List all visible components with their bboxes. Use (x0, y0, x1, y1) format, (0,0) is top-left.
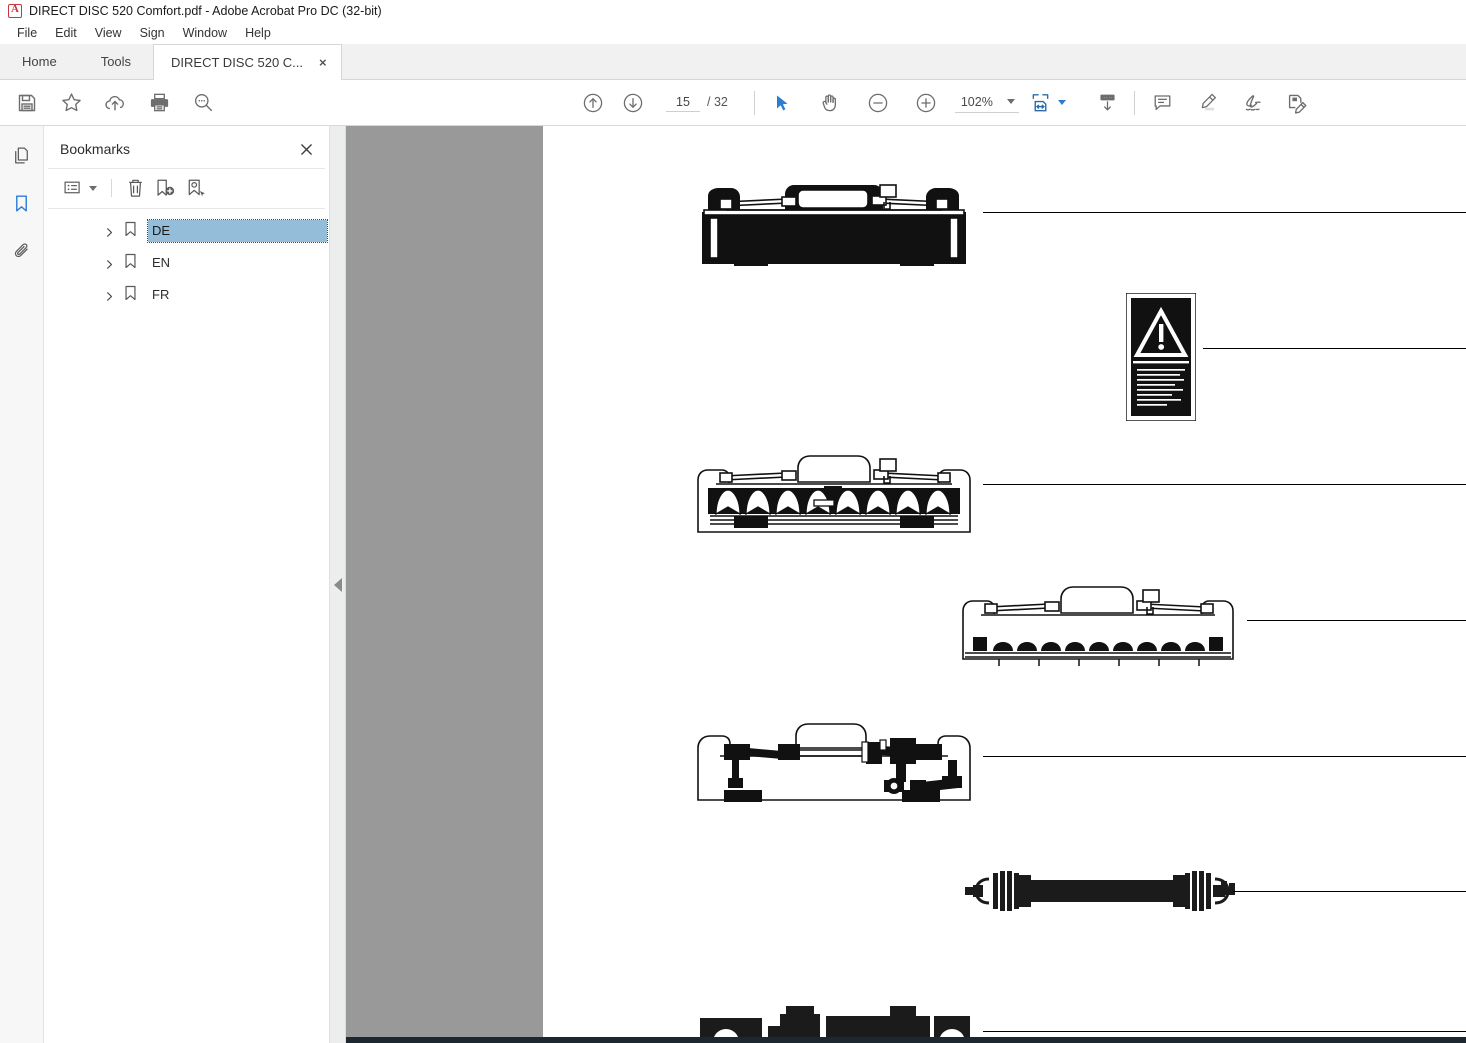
bookmark-item-de[interactable]: DE (46, 219, 328, 243)
menu-edit[interactable]: Edit (46, 24, 86, 42)
bookmark-item-en[interactable]: EN (46, 251, 327, 275)
set-destination-icon[interactable] (186, 176, 207, 200)
bookmark-item-fr[interactable]: FR (46, 283, 327, 307)
page-number-input[interactable] (666, 93, 700, 112)
document-viewport[interactable]: 101 – 112 (346, 126, 1466, 1043)
menu-help[interactable]: Help (236, 24, 280, 42)
tab-document[interactable]: DIRECT DISC 520 C... × (153, 44, 342, 80)
tab-strip-filler (341, 44, 1466, 79)
toolbar-separator-2 (1134, 90, 1135, 115)
tab-home[interactable]: Home (0, 44, 79, 79)
illustration-cutter-bar-skids (959, 581, 1237, 666)
illustration-cutter-bar-with-discs (694, 446, 974, 536)
toolbar-navigation-group: / 32 (578, 88, 1019, 118)
bookmark-flag-icon (124, 221, 137, 242)
zoom-level-value: 102% (960, 94, 993, 109)
bookmark-label: FR (152, 287, 170, 302)
illustration-gearbox-assembly (694, 996, 974, 1043)
sign-icon[interactable] (1237, 88, 1267, 118)
page-thumbnails-icon[interactable] (7, 140, 37, 170)
fit-width-chevron-down-icon[interactable] (1058, 100, 1066, 105)
bookmarks-toolbar-separator (111, 179, 112, 197)
leader-line-120-122 (1203, 348, 1466, 349)
tab-document-label: DIRECT DISC 520 C... (171, 55, 304, 70)
delete-bookmark-icon[interactable] (126, 176, 145, 200)
chevron-right-icon[interactable] (104, 257, 116, 269)
menu-window[interactable]: Window (174, 24, 236, 42)
leader-line-181-184 (1233, 891, 1466, 892)
page-total-label: / 32 (707, 95, 728, 109)
bookmark-flag-icon (124, 285, 137, 306)
leader-line-125-126 (983, 484, 1466, 485)
print-icon[interactable] (144, 88, 174, 118)
leader-line-101-112 (983, 212, 1466, 213)
bookmarks-icon[interactable] (7, 188, 37, 218)
page-scroll-icon[interactable] (1092, 88, 1122, 118)
bookmark-options-icon[interactable] (64, 176, 84, 200)
bookmarks-panel-title: Bookmarks (60, 141, 131, 157)
comment-icon[interactable] (1147, 88, 1177, 118)
collapse-panel-arrow-icon[interactable] (333, 577, 342, 592)
hand-tool-icon[interactable] (815, 88, 845, 118)
pdf-page: 101 – 112 (543, 126, 1466, 1043)
acrobat-icon (8, 3, 22, 18)
toolbar-separator-1 (753, 90, 755, 115)
bookmarks-panel: Bookmarks DE EN FR (44, 126, 330, 1043)
menu-view[interactable]: View (86, 24, 131, 42)
navigation-rail (0, 126, 44, 1043)
leader-line-190-195 (983, 1031, 1466, 1032)
bookmarks-toolbar (48, 168, 325, 209)
search-icon[interactable] (188, 88, 218, 118)
chevron-right-icon[interactable] (104, 225, 116, 237)
bookmarks-list: DE EN FR (44, 209, 329, 307)
leader-line-132-140 (1247, 620, 1466, 621)
fill-sign-icon[interactable] (1282, 88, 1312, 118)
tab-strip: Home Tools DIRECT DISC 520 C... × (0, 44, 1466, 80)
new-bookmark-icon[interactable] (155, 176, 176, 200)
zoom-level-selector[interactable]: 102% (954, 93, 1019, 113)
highlight-icon[interactable] (1192, 88, 1222, 118)
illustration-mower-unit-front-view (694, 172, 974, 267)
zoom-out-icon[interactable] (863, 88, 893, 118)
arrow-up-circle-icon[interactable] (578, 88, 608, 118)
illustration-frame-linkage-assembly (694, 716, 974, 806)
bookmark-label: DE (147, 219, 328, 243)
main-toolbar: / 32 (0, 80, 1466, 126)
bookmarks-panel-header: Bookmarks (44, 126, 329, 168)
chevron-down-icon[interactable] (1006, 99, 1015, 104)
menu-file[interactable]: File (8, 24, 46, 42)
title-bar: DIRECT DISC 520 Comfort.pdf - Adobe Acro… (0, 0, 1466, 22)
save-icon[interactable] (12, 88, 42, 118)
page-gutter (346, 126, 543, 1037)
star-icon[interactable] (56, 88, 86, 118)
bookmark-label: EN (152, 255, 171, 270)
cursor-arrow-icon[interactable] (767, 88, 797, 118)
arrow-down-circle-icon[interactable] (618, 88, 648, 118)
illustration-pto-drive-shaft (959, 861, 1241, 921)
close-icon[interactable] (297, 140, 315, 158)
main-area: Bookmarks DE EN FR (0, 126, 1466, 1043)
fit-width-icon[interactable] (1025, 88, 1055, 118)
bookmark-options-chevron-down-icon[interactable] (89, 185, 97, 191)
page-number-box: / 32 (666, 93, 728, 112)
cloud-upload-icon[interactable] (100, 88, 130, 118)
zoom-in-icon[interactable] (911, 88, 941, 118)
panel-collapse-handle[interactable] (330, 126, 346, 1043)
close-tab-icon[interactable]: × (319, 56, 327, 69)
attachments-icon[interactable] (7, 236, 37, 266)
window-title: DIRECT DISC 520 Comfort.pdf - Adobe Acro… (29, 4, 382, 18)
toolbar-right-group (1025, 88, 1312, 118)
menu-sign[interactable]: Sign (131, 24, 174, 42)
chevron-right-icon[interactable] (104, 289, 116, 301)
menu-bar: File Edit View Sign Window Help (0, 22, 1466, 44)
bookmark-flag-icon (124, 253, 137, 274)
tab-tools[interactable]: Tools (79, 44, 153, 79)
viewport-bottom-bar (346, 1037, 1466, 1043)
leader-line-150-171 (983, 756, 1466, 757)
illustration-warning-decal (1126, 293, 1196, 421)
toolbar-left-group (0, 88, 218, 118)
